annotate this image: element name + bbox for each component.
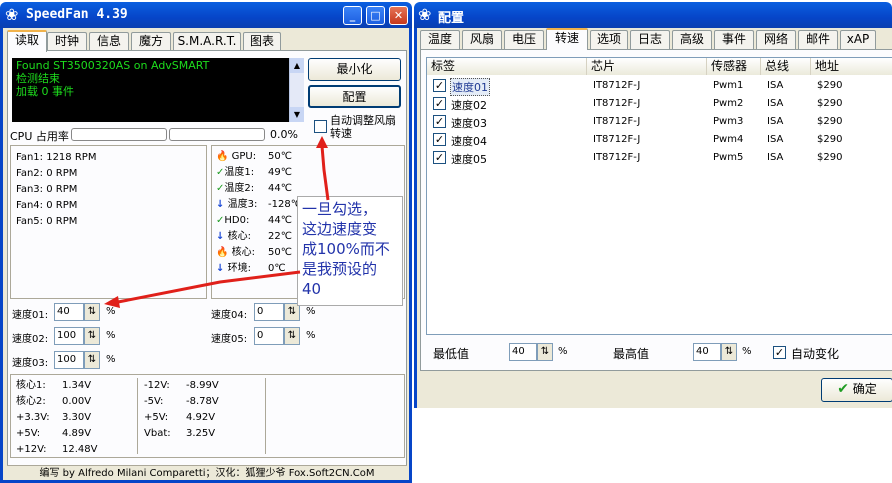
max-value-input[interactable]: 40 bbox=[693, 343, 721, 361]
row-label: 速度01 bbox=[450, 78, 490, 96]
row-bus: ISA bbox=[767, 80, 784, 91]
row-checkbox[interactable]: ✓ bbox=[433, 115, 446, 128]
auto-change-checkbox[interactable]: ✓ bbox=[773, 346, 786, 359]
row-checkbox[interactable]: ✓ bbox=[433, 133, 446, 146]
row-address: $290 bbox=[817, 134, 843, 145]
tab-log[interactable]: 日志 bbox=[630, 30, 670, 49]
row-label: 速度04 bbox=[451, 135, 487, 148]
tab-readings[interactable]: 读取 bbox=[7, 30, 47, 52]
row-bus: ISA bbox=[767, 116, 784, 127]
col-label[interactable]: 标签 bbox=[427, 58, 587, 75]
arrow-to-speed01 bbox=[117, 270, 301, 304]
arrow-to-checkbox-head bbox=[316, 136, 328, 148]
config-window-titlebar[interactable]: ❀ 配置 bbox=[414, 2, 892, 28]
row-bus: ISA bbox=[767, 98, 784, 109]
row-sensor: Pwm4 bbox=[713, 134, 744, 145]
row-checkbox[interactable]: ✓ bbox=[433, 151, 446, 164]
config-window-title: 配置 bbox=[438, 11, 465, 26]
tab-advanced[interactable]: 高级 bbox=[672, 30, 712, 49]
row-bus: ISA bbox=[767, 134, 784, 145]
row-address: $290 bbox=[817, 98, 843, 109]
max-value-label: 最高值 bbox=[613, 347, 650, 361]
row-label: 速度03 bbox=[451, 117, 487, 130]
min-value-input[interactable]: 40 bbox=[509, 343, 537, 361]
list-item[interactable]: ✓ 速度04 IT8712F-J Pwm4 ISA $290 bbox=[427, 131, 892, 149]
config-logo-icon: ❀ bbox=[418, 5, 432, 24]
row-chip: IT8712F-J bbox=[593, 98, 641, 109]
list-item[interactable]: ✓ 速度05 IT8712F-J Pwm5 ISA $290 bbox=[427, 149, 892, 167]
col-chip[interactable]: 芯片 bbox=[587, 58, 707, 75]
row-sensor: Pwm5 bbox=[713, 152, 744, 163]
tab-events[interactable]: 事件 bbox=[714, 30, 754, 49]
row-sensor: Pwm1 bbox=[713, 80, 744, 91]
config-window-body: 温度 风扇 电压 转速 选项 日志 高级 事件 网络 邮件 xAP 标签 芯片 … bbox=[414, 28, 892, 408]
row-checkbox[interactable]: ✓ bbox=[433, 79, 446, 92]
tab-mail[interactable]: 邮件 bbox=[798, 30, 838, 49]
row-sensor: Pwm3 bbox=[713, 116, 744, 127]
col-bus[interactable]: 总线 bbox=[761, 58, 811, 75]
tab-fans[interactable]: 风扇 bbox=[462, 30, 502, 49]
row-label: 速度02 bbox=[451, 99, 487, 112]
arrow-to-checkbox bbox=[320, 145, 330, 201]
tab-temperature[interactable]: 温度 bbox=[420, 30, 460, 49]
list-item[interactable]: ✓ 速度03 IT8712F-J Pwm3 ISA $290 bbox=[427, 113, 892, 131]
speeds-list[interactable]: 标签 芯片 传感器 总线 地址 ✓ 速度01 IT8712F-J Pwm1 IS… bbox=[426, 57, 892, 335]
row-chip: IT8712F-J bbox=[593, 152, 641, 163]
row-chip: IT8712F-J bbox=[593, 116, 641, 127]
max-value-spinner[interactable]: ⇅ bbox=[721, 343, 737, 361]
tab-options[interactable]: 选项 bbox=[590, 30, 628, 49]
tab-network[interactable]: 网络 bbox=[756, 30, 796, 49]
col-sensor[interactable]: 传感器 bbox=[707, 58, 761, 75]
row-chip: IT8712F-J bbox=[593, 80, 641, 91]
config-tabs: 温度 风扇 电压 转速 选项 日志 高级 事件 网络 邮件 xAP bbox=[420, 28, 892, 50]
tab-speeds[interactable]: 转速 bbox=[546, 28, 588, 50]
row-chip: IT8712F-J bbox=[593, 134, 641, 145]
list-item[interactable]: ✓ 速度02 IT8712F-J Pwm2 ISA $290 bbox=[427, 95, 892, 113]
ok-check-icon: ✔ bbox=[837, 381, 849, 397]
min-value-label: 最低值 bbox=[433, 347, 470, 361]
ok-button[interactable]: ✔ 确定 bbox=[821, 378, 892, 402]
col-address[interactable]: 地址 bbox=[811, 58, 892, 75]
max-value-unit: % bbox=[742, 346, 752, 357]
row-address: $290 bbox=[817, 80, 843, 91]
auto-change-label: 自动变化 bbox=[791, 347, 840, 361]
tab-voltage[interactable]: 电压 bbox=[504, 30, 544, 49]
row-address: $290 bbox=[817, 116, 843, 127]
tab-xap[interactable]: xAP bbox=[840, 30, 876, 49]
ok-label: 确定 bbox=[852, 382, 877, 396]
arrow-to-speed01-head bbox=[104, 296, 120, 308]
row-address: $290 bbox=[817, 152, 843, 163]
min-value-unit: % bbox=[558, 346, 568, 357]
list-item[interactable]: ✓ 速度01 IT8712F-J Pwm1 ISA $290 bbox=[427, 77, 892, 96]
row-bus: ISA bbox=[767, 152, 784, 163]
row-checkbox[interactable]: ✓ bbox=[433, 97, 446, 110]
row-label: 速度05 bbox=[451, 153, 487, 166]
row-sensor: Pwm2 bbox=[713, 98, 744, 109]
min-value-spinner[interactable]: ⇅ bbox=[537, 343, 553, 361]
